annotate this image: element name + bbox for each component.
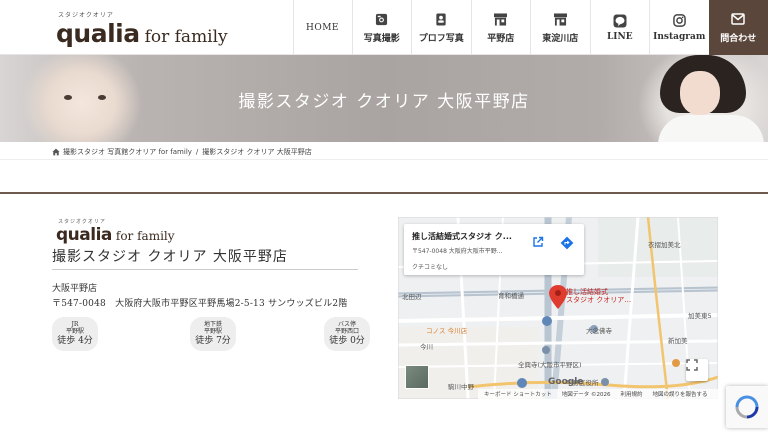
terms-link[interactable]: 利用規約	[621, 390, 643, 398]
logo-wordmark: qualia	[56, 19, 140, 48]
studio-logo-subtitle: for family	[115, 229, 175, 243]
nav-photo-label: 写真撮影	[363, 33, 400, 44]
line-icon	[612, 13, 627, 28]
nav-home-label: HOME	[305, 22, 339, 33]
map-place-label: 駒川中野	[448, 383, 474, 391]
access-walk: 徒歩 0分	[329, 335, 365, 346]
nav-contact-label: 問合わせ	[720, 33, 757, 44]
map-place-label: 育和橋通	[498, 292, 524, 300]
map-satellite-toggle[interactable]	[405, 365, 429, 389]
access-line2: 平野駅	[65, 327, 84, 335]
breadcrumb: 撮影スタジオ 写真館クオリア for family / 撮影スタジオ クオリア …	[52, 147, 312, 157]
nav-contact[interactable]: 問合わせ	[708, 0, 768, 55]
map-place-label: 全興寺(大阪市平野区)	[518, 361, 582, 369]
directions-icon	[560, 236, 574, 250]
branch-name: 大阪平野店	[52, 284, 98, 294]
site-logo[interactable]: スタジオクオリア qualia for family	[56, 10, 228, 48]
map-pin-label-line2: スタジオ クオリア…	[566, 295, 632, 304]
map-place-label: 加美東5	[688, 312, 712, 320]
map-place-label: コノス 今川店	[426, 327, 468, 335]
nav-profile[interactable]: プロフ写真	[411, 0, 471, 55]
place-reviews[interactable]: クチコミなし	[412, 262, 448, 271]
map-place-label: 大念佛寺	[586, 327, 612, 335]
hero-banner: 撮影スタジオ クオリア 大阪平野店	[0, 55, 768, 142]
report-error-link[interactable]: 地図の誤りを報告する	[653, 390, 708, 398]
keyboard-shortcuts-link[interactable]: キーボード ショートカット	[484, 390, 552, 398]
divider	[0, 159, 768, 160]
nav-profile-label: プロフ写真	[418, 33, 464, 44]
nav-higashiyodogawa-label: 東淀川店	[542, 33, 579, 44]
fullscreen-icon	[686, 359, 698, 371]
nav-line-label: LINE	[606, 32, 633, 42]
studio-divider	[52, 269, 358, 270]
id-card-icon	[434, 12, 449, 27]
access-jr: JR 平野駅 徒歩 4分	[52, 317, 98, 351]
home-icon	[52, 148, 60, 156]
breadcrumb-home-link[interactable]: 撮影スタジオ 写真館クオリア for family	[63, 147, 192, 157]
google-map[interactable]: 推し活結婚式スタジオ ク... 〒547-0048 大阪府大阪市平野... クチ…	[398, 217, 718, 399]
envelope-icon	[731, 12, 746, 27]
woman-dress	[658, 115, 764, 142]
external-link-icon	[533, 236, 544, 247]
access-walk: 徒歩 7分	[195, 335, 231, 346]
instagram-icon	[672, 13, 687, 28]
nav-home[interactable]: HOME	[292, 0, 352, 55]
nav-hirano[interactable]: 平野店	[470, 0, 531, 55]
site-header: スタジオクオリア qualia for family HOME 写真撮影 プロフ…	[0, 0, 768, 55]
nav-photo[interactable]: 写真撮影	[351, 0, 412, 55]
place-title[interactable]: 推し活結婚式スタジオ ク...	[412, 231, 522, 242]
logo-subtitle: for family	[144, 27, 228, 47]
logo-kana: スタジオクオリア	[58, 12, 114, 19]
nav-line[interactable]: LINE	[589, 0, 650, 55]
breadcrumb-current: 撮影スタジオ クオリア 大阪平野店	[202, 148, 312, 156]
studio-address: 〒547-0048 大阪府大阪市平野区平野馬場2-5-13 サンウッズビル2階	[52, 299, 348, 309]
store-icon	[553, 12, 568, 27]
google-logo-text: Google	[548, 377, 584, 387]
map-place-label: 新加美	[668, 337, 688, 345]
section-divider	[0, 192, 768, 194]
open-in-maps-button[interactable]	[532, 236, 552, 256]
studio-logo: スタジオクオリア qualia for family	[56, 218, 175, 245]
map-place-label: 今川	[420, 343, 433, 351]
studio-name: 撮影スタジオ クオリア 大阪平野店	[52, 249, 288, 265]
google-logo: Google	[548, 377, 583, 387]
map-place-label: 衣摺加美北	[648, 241, 681, 249]
nav-hirano-label: 平野店	[487, 33, 515, 44]
directions-button[interactable]	[560, 236, 580, 256]
recaptcha-badge[interactable]	[726, 386, 768, 428]
studio-logo-wordmark: qualia	[56, 225, 112, 245]
nav-instagram-label: Instagram	[653, 32, 706, 42]
recaptcha-icon	[735, 395, 759, 419]
access-walk: 徒歩 4分	[57, 335, 93, 346]
map-place-label: 北田辺	[402, 293, 422, 301]
access-line2: 平野西口	[334, 327, 359, 335]
hero-title: 撮影スタジオ クオリア 大阪平野店	[238, 92, 530, 112]
store-icon	[493, 12, 508, 27]
nav-instagram[interactable]: Instagram	[649, 0, 709, 55]
map-attribution: キーボード ショートカット 地図データ ©2026 利用規約 地図の誤りを報告す…	[478, 389, 718, 399]
map-data-label: 地図データ ©2026	[561, 392, 611, 398]
studio-logo-kana: スタジオクオリア	[58, 219, 106, 225]
place-info-card[interactable]: 推し活結婚式スタジオ ク... 〒547-0048 大阪府大阪市平野... クチ…	[404, 224, 584, 275]
place-address: 〒547-0048 大阪府大阪市平野...	[412, 248, 503, 255]
main-nav: HOME 写真撮影 プロフ写真 平野店 東淀川店 LINE Instagram …	[292, 0, 768, 55]
map-pin-label: 推し活結婚式 スタジオ クオリア…	[566, 288, 632, 304]
nav-higashiyodogawa[interactable]: 東淀川店	[530, 0, 590, 55]
access-line2: 平野駅	[203, 327, 222, 335]
camera-icon	[374, 12, 389, 27]
access-bus: バス停 平野西口 徒歩 0分	[324, 317, 370, 351]
access-subway: 地下鉄 平野駅 徒歩 7分	[190, 317, 236, 351]
breadcrumb-separator: /	[195, 148, 199, 156]
fullscreen-button[interactable]	[686, 359, 708, 381]
